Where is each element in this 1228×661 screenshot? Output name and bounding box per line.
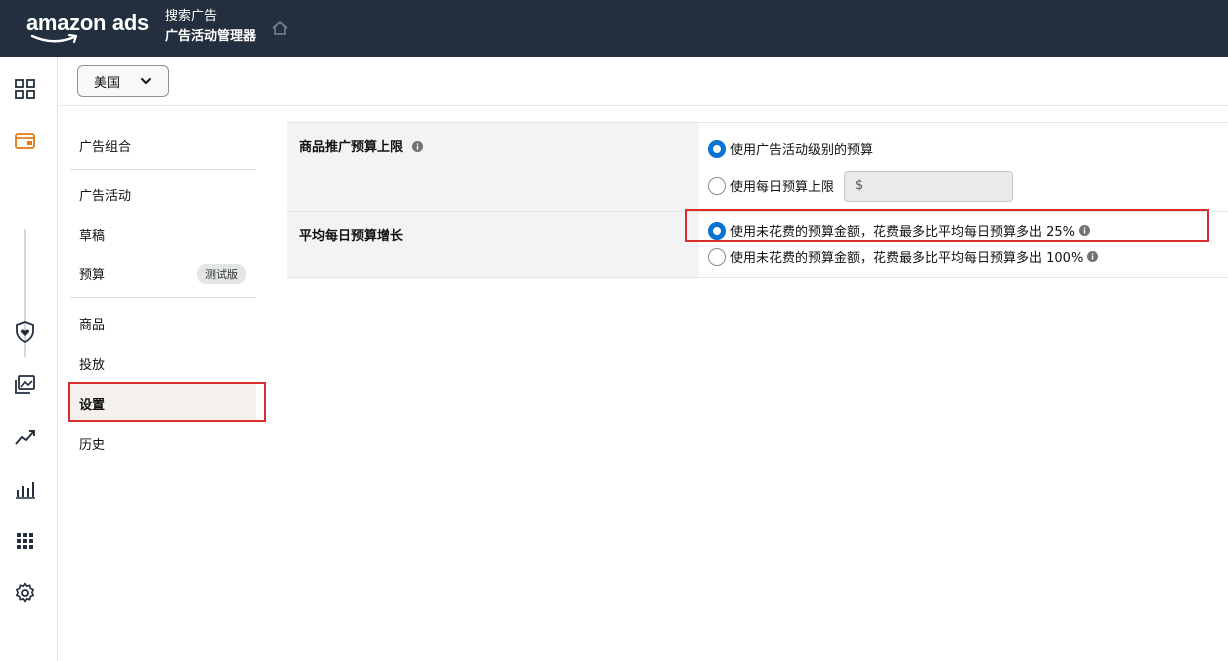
budget-increase-label-text: 平均每日预算增长 [299,229,404,244]
option-label: 使用未花费的预算金额，花费最多比平均每日预算多出 100% [730,251,1084,266]
subnav-item-budgets[interactable]: 预算 测试版 [70,254,256,292]
currency-prefix: $ [855,178,864,193]
apps-grid-icon[interactable] [13,529,37,553]
option-label: 使用每日预算上限 [730,180,835,195]
nav-divider [70,297,256,298]
top-bar: amazon ads 搜索广告 广告活动管理器 [0,0,1228,57]
budget-increase-label: 平均每日预算增长 [287,212,699,277]
creative-assets-icon[interactable] [13,373,37,397]
option-label: 使用广告活动级别的预算 [730,143,874,158]
marketplace-toolbar: 美国 [59,57,1228,106]
budget-cap-row: 商品推广预算上限 使用广告活动级别的预算 使用每日预算上限 $ [287,122,1228,212]
info-icon[interactable] [411,141,423,152]
daily-cap-input[interactable]: $ [844,171,1013,202]
nav-divider [70,169,256,170]
shield-icon[interactable] [13,320,37,344]
reports-bar-icon[interactable] [13,477,37,501]
amazon-smile-icon [30,33,78,44]
home-icon[interactable] [271,19,289,37]
subnav-item-portfolios[interactable]: 广告组合 [70,126,256,164]
budget-cap-label-text: 商品推广预算上限 [299,140,404,155]
option-increase-100[interactable]: 使用未花费的预算金额，花费最多比平均每日预算多出 100% [708,247,1099,266]
country-dropdown[interactable]: 美国 [77,65,169,97]
chevron-down-icon [141,78,151,85]
subnav-item-campaigns[interactable]: 广告活动 [70,175,256,213]
subnav-item-products[interactable]: 商品 [70,304,256,342]
subnav-item-label: 草稿 [79,228,106,244]
option-daily-cap[interactable]: 使用每日预算上限 [708,176,834,195]
subnav-item-drafts[interactable]: 草稿 [70,215,256,253]
section-name: 广告活动管理器 [165,29,257,44]
subnav-item-label: 预算 [79,267,106,283]
subnav-item-history[interactable]: 历史 [70,424,256,462]
beta-badge: 测试版 [197,264,246,284]
campaign-manager-icon[interactable] [13,129,37,153]
trend-icon[interactable] [13,425,37,449]
highlight-box-settings [68,382,266,422]
subnav-item-targeting[interactable]: 投放 [70,344,256,382]
subnav-item-label: 广告组合 [79,139,132,155]
info-icon[interactable] [1087,251,1099,262]
dashboard-icon[interactable] [13,77,37,101]
gear-icon[interactable] [13,581,37,605]
subnav-item-label: 历史 [79,437,106,453]
country-label: 美国 [94,75,121,91]
radio-campaign-budget[interactable] [708,139,726,158]
subnav-item-label: 广告活动 [79,188,132,204]
app-title: 搜索广告 广告活动管理器 [165,7,256,47]
subnav-item-label: 商品 [79,317,106,333]
radio-increase-100[interactable] [708,247,726,266]
option-campaign-budget[interactable]: 使用广告活动级别的预算 [708,139,873,158]
left-rail [0,57,58,661]
subnav-item-label: 投放 [79,357,106,373]
product-name: 搜索广告 [165,9,218,24]
budget-cap-label: 商品推广预算上限 [287,123,699,212]
radio-daily-cap[interactable] [708,176,726,195]
highlight-box-25-option [685,209,1209,242]
